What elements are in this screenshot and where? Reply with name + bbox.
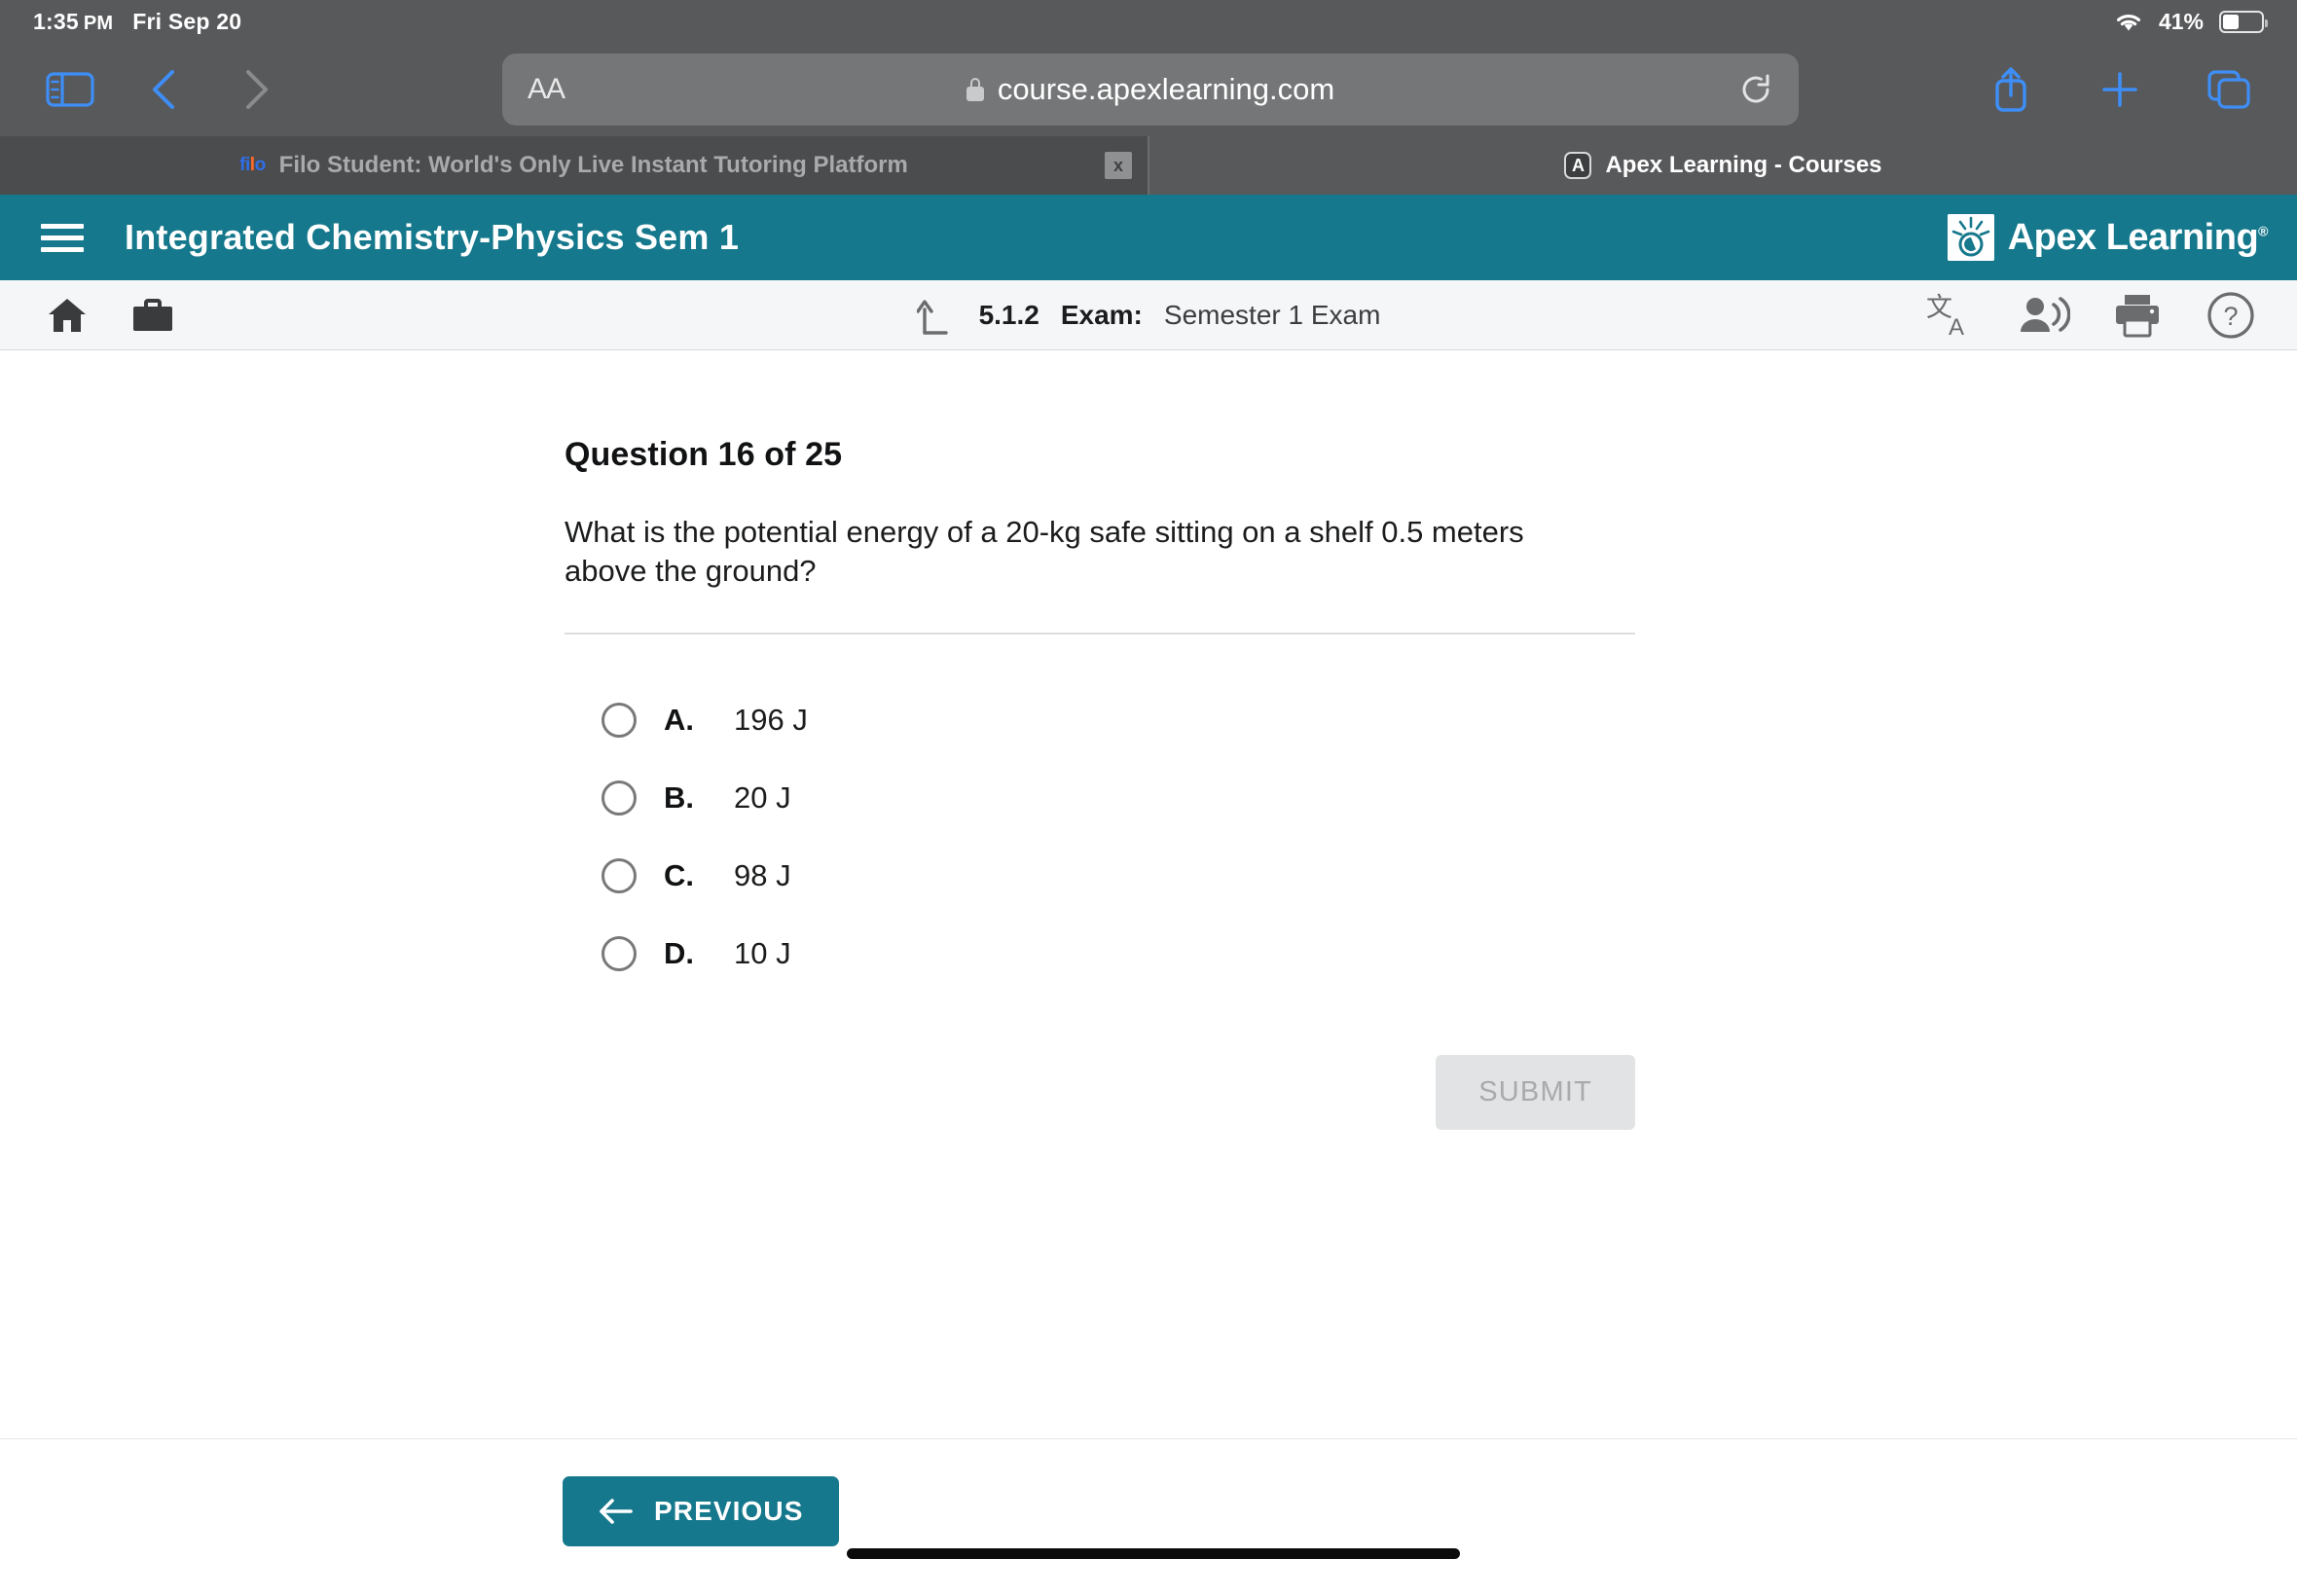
address-bar-url: course.apexlearning.com	[997, 72, 1335, 106]
option-value: 20 J	[734, 780, 791, 815]
divider	[565, 633, 1635, 635]
filo-favicon: filo	[239, 155, 266, 175]
option-letter: A.	[664, 702, 694, 737]
read-aloud-icon[interactable]	[2017, 288, 2071, 343]
trademark: ®	[2258, 222, 2268, 238]
logo-mark-icon	[1947, 214, 1994, 261]
up-level-icon[interactable]	[916, 294, 958, 337]
plus-icon[interactable]	[2077, 54, 2163, 125]
battery-icon	[2219, 10, 2268, 33]
option-value: 10 J	[734, 935, 791, 970]
option-letter: D.	[664, 935, 694, 970]
logo-text: Apex Learning®	[2007, 216, 2269, 258]
svg-text:?: ?	[2223, 302, 2238, 331]
app-header: Integrated Chemistry-Physics Sem 1 Apex …	[0, 195, 2297, 280]
submit-row: SUBMIT	[565, 1054, 1635, 1130]
answer-options: A. 196 J B. 20 J C. 98 J D. 10 J	[565, 681, 1635, 993]
browser-tab-apex[interactable]: A Apex Learning - Courses	[1149, 136, 2297, 195]
text-size-button[interactable]: AA	[528, 73, 565, 106]
browser-toolbar: AA course.apexlearning.com	[0, 43, 2297, 136]
answer-option-a[interactable]: A. 196 J	[565, 681, 1635, 759]
apex-favicon: A	[1564, 152, 1592, 179]
browser-tab-title: Apex Learning - Courses	[1605, 152, 1882, 178]
status-time: 1:35	[33, 8, 79, 34]
status-bar: 1:35 PM Fri Sep 20 41%	[0, 0, 2297, 43]
briefcase-icon[interactable]	[130, 293, 175, 338]
status-time-group: 1:35 PM	[33, 9, 113, 35]
breadcrumb-kind: Exam:	[1060, 299, 1143, 330]
answer-option-b[interactable]: B. 20 J	[565, 759, 1635, 837]
wifi-icon	[2114, 11, 2143, 32]
print-icon[interactable]	[2110, 288, 2165, 343]
previous-button[interactable]: PREVIOUS	[563, 1476, 839, 1546]
arrow-left-icon	[598, 1497, 635, 1526]
sidebar-icon[interactable]	[23, 54, 117, 125]
option-value: 196 J	[734, 702, 808, 737]
page-title: Integrated Chemistry-Physics Sem 1	[125, 217, 740, 257]
browser-tab-filo[interactable]: filo Filo Student: World's Only Live Ins…	[0, 136, 1148, 195]
option-letter: C.	[664, 857, 694, 892]
tab-bar: filo Filo Student: World's Only Live Ins…	[0, 136, 2297, 195]
toolbar-right-group	[1968, 54, 2272, 125]
battery-percent: 41%	[2158, 8, 2204, 34]
breadcrumb-name: Semester 1 Exam	[1163, 299, 1381, 330]
status-meridiem: PM	[83, 12, 114, 34]
close-icon[interactable]: x	[1105, 152, 1132, 179]
reload-icon[interactable]	[1738, 72, 1773, 107]
list-menu-icon[interactable]	[41, 223, 84, 252]
radio-button[interactable]	[602, 857, 637, 893]
help-icon[interactable]: ?	[2204, 288, 2258, 343]
activity-tools: 文 A ?	[1923, 288, 2258, 343]
browser-tab-title: Filo Student: World's Only Live Instant …	[278, 152, 908, 178]
svg-text:A: A	[1949, 314, 1964, 340]
status-bar-right: 41%	[2114, 8, 2268, 35]
chevron-right-icon	[210, 54, 304, 125]
apex-learning-logo: Apex Learning®	[1947, 214, 2269, 261]
exam-footer: PREVIOUS	[0, 1438, 2297, 1596]
lock-icon	[966, 78, 984, 101]
translate-icon[interactable]: 文 A	[1923, 288, 1978, 343]
option-letter: B.	[664, 780, 694, 815]
submit-button[interactable]: SUBMIT	[1436, 1054, 1635, 1130]
exam-content: Question 16 of 25 What is the potential …	[0, 350, 2297, 1438]
previous-button-label: PREVIOUS	[654, 1496, 804, 1526]
address-bar[interactable]: AA course.apexlearning.com	[502, 54, 1799, 126]
question-heading: Question 16 of 25	[565, 436, 843, 473]
question-text: What is the potential energy of a 20-kg …	[565, 515, 1524, 588]
chevron-left-icon[interactable]	[117, 54, 210, 125]
ipad-safari-screen: 1:35 PM Fri Sep 20 41% AA course.apexlea…	[0, 0, 2297, 1596]
radio-button[interactable]	[602, 702, 637, 738]
share-icon[interactable]	[1968, 54, 2054, 125]
question-panel: Question 16 of 25 What is the potential …	[565, 436, 1635, 1130]
answer-option-c[interactable]: C. 98 J	[565, 837, 1635, 915]
radio-button[interactable]	[602, 780, 637, 816]
radio-button[interactable]	[602, 935, 637, 971]
home-indicator	[847, 1548, 1460, 1559]
activity-bar: 5.1.2 Exam: Semester 1 Exam 文 A ?	[0, 280, 2297, 350]
home-icon[interactable]	[45, 293, 90, 338]
answer-option-d[interactable]: D. 10 J	[565, 915, 1635, 993]
status-date: Fri Sep 20	[132, 8, 242, 34]
address-bar-content: course.apexlearning.com	[502, 72, 1799, 107]
toolbar-left-group	[0, 54, 304, 125]
tabs-icon[interactable]	[2186, 54, 2272, 125]
app-header-left: Integrated Chemistry-Physics Sem 1	[41, 217, 739, 258]
option-value: 98 J	[734, 857, 791, 892]
breadcrumb-number: 5.1.2	[978, 299, 1039, 330]
activity-bar-left	[45, 293, 175, 338]
status-bar-left: 1:35 PM Fri Sep 20	[33, 9, 241, 35]
